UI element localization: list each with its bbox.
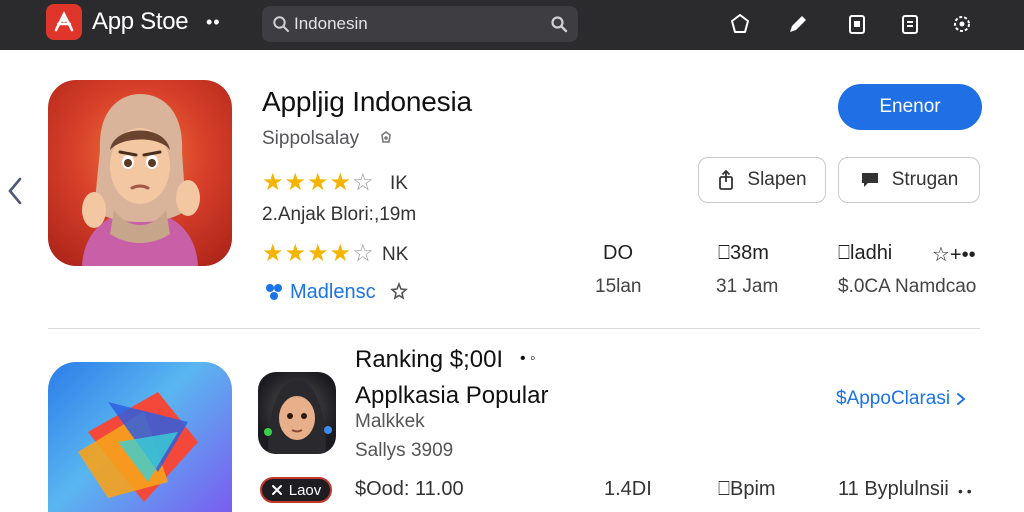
- app-logo-glyph: [54, 11, 74, 32]
- hijab-character-illustration: [82, 94, 200, 266]
- stat-1-label: 15lan: [595, 276, 642, 297]
- rating-stars-secondary: ★ ★ ★ ★ ☆: [262, 242, 374, 266]
- star-full-icon: ★: [262, 169, 284, 196]
- ranking-more-button[interactable]: • •: [958, 483, 972, 499]
- star-full-icon: ★: [307, 240, 329, 267]
- profile-icon[interactable]: [728, 12, 752, 36]
- ranking-app-subtitle: Malkkek: [355, 411, 425, 432]
- clipboard-icon[interactable]: [845, 12, 869, 36]
- stat-2-value: ⎕38m: [718, 242, 769, 264]
- ranking-publisher: 11 Byplulnsii: [838, 478, 949, 500]
- star-full-icon: ★: [329, 169, 352, 196]
- stat-3-label: $.0CA Namdcao: [838, 276, 977, 297]
- settings-icon[interactable]: [950, 12, 974, 36]
- message-button[interactable]: Strugan: [838, 157, 980, 203]
- message-button-label: Strugan: [891, 169, 959, 190]
- ranking-price: $Ood: 11.00: [355, 478, 464, 500]
- ranking-app-icon[interactable]: [258, 372, 336, 454]
- section-divider: [48, 328, 980, 329]
- search-input[interactable]: [294, 6, 534, 42]
- app-store-logo-icon[interactable]: [46, 4, 82, 40]
- ranking-size: 1.4DI: [604, 478, 652, 500]
- top-bar: App Stoe ••: [0, 0, 1024, 50]
- featured-app-meta: 2.Anjak Blori:,19m: [262, 204, 417, 225]
- pen-icon[interactable]: [786, 12, 810, 36]
- hooded-character-illustration: [264, 380, 332, 454]
- star-full-icon: ★: [284, 240, 307, 267]
- more-menu-button[interactable]: ••: [206, 12, 221, 33]
- share-button-label: Slapen: [747, 169, 807, 190]
- stat-2-label: 31 Jam: [716, 276, 779, 297]
- category-tag-label: Laov: [288, 481, 322, 499]
- rating-count-secondary: NK: [382, 244, 409, 265]
- see-all-label: $AppoClarasi: [836, 388, 951, 409]
- stat-3-value: ⎕ladhi: [838, 242, 893, 264]
- star-empty-icon: ☆: [352, 169, 374, 196]
- app-title: App Stoe: [92, 8, 189, 35]
- search-bar[interactable]: [262, 6, 578, 42]
- star-half-icon: ☆: [352, 240, 374, 267]
- category-tag[interactable]: Laov: [260, 477, 332, 503]
- ranking-heading: Ranking $;00I: [355, 346, 504, 373]
- share-button[interactable]: Slapen: [698, 157, 826, 203]
- stat-3-more-button[interactable]: ☆+••: [932, 242, 976, 267]
- ranking-app-image[interactable]: [48, 362, 232, 512]
- search-submit-icon[interactable]: [550, 15, 568, 33]
- chevron-right-icon: [957, 393, 966, 405]
- ranking-heading-dots: • ◦: [520, 350, 536, 367]
- star-full-icon: ★: [262, 240, 284, 267]
- message-icon: [861, 173, 878, 187]
- rating-stars-primary: ★ ★ ★ ★ ☆: [262, 171, 374, 195]
- ranking-app-title[interactable]: Applkasia Popular: [355, 382, 548, 410]
- featured-app-title[interactable]: Appljig Indonesia: [262, 86, 472, 118]
- verified-badge-icon: [381, 131, 391, 143]
- developer-icon: [266, 284, 282, 300]
- bookmark-star-icon[interactable]: [390, 282, 408, 300]
- document-icon[interactable]: [898, 12, 922, 36]
- ranking-app-meta: Sallys 3909: [355, 440, 454, 461]
- search-icon: [273, 16, 289, 32]
- tools-icon: [271, 485, 282, 495]
- chevron-left-icon[interactable]: [6, 176, 24, 206]
- rating-count: IK: [390, 173, 408, 194]
- featured-app-subtitle: Sippolsalay: [262, 128, 360, 149]
- featured-app-image[interactable]: [48, 80, 232, 266]
- see-all-link[interactable]: $AppoClarasi: [836, 388, 966, 410]
- ranking-time: ⎕Bpim: [718, 478, 776, 500]
- stat-1-value: DO: [603, 242, 633, 264]
- share-icon: [719, 169, 734, 190]
- abstract-shape-illustration: [78, 392, 198, 502]
- star-full-icon: ★: [307, 169, 329, 196]
- developer-link[interactable]: Madlensc: [290, 281, 376, 304]
- star-full-icon: ★: [329, 240, 352, 267]
- install-button[interactable]: Enenor: [838, 84, 982, 130]
- star-full-icon: ★: [284, 169, 307, 196]
